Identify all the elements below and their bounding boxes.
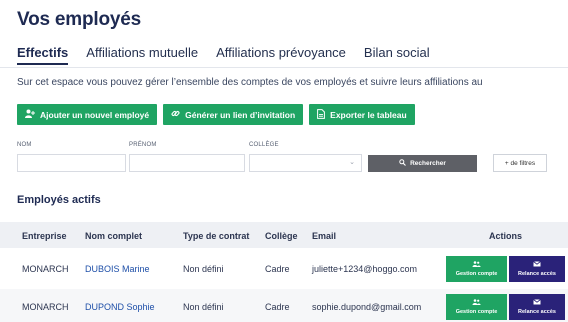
cell-entreprise: MONARCH — [22, 264, 69, 274]
prenom-filter-input[interactable] — [129, 154, 245, 172]
cell-nom-complet[interactable]: DUBOIS Marine — [85, 264, 150, 274]
tab-effectifs[interactable]: Effectifs — [17, 45, 69, 65]
column-header-actions: Actions — [489, 231, 523, 241]
column-header-entreprise: Entreprise — [22, 231, 67, 241]
search-button[interactable]: Rechercher — [368, 155, 477, 172]
search-button-label: Rechercher — [410, 160, 446, 167]
table-row: MONARCH DUPOND Sophie Non défini Cadre s… — [0, 289, 568, 322]
college-select[interactable]: ⌄ — [249, 154, 362, 172]
prenom-filter-label: PRÉNOM — [129, 142, 157, 148]
link-icon — [171, 109, 180, 120]
intro-text: Sur cet espace vous pouvez gérer l’ensem… — [17, 77, 483, 88]
column-header-email: Email — [312, 231, 337, 241]
cell-college: Cadre — [265, 264, 290, 274]
user-plus-icon — [25, 109, 35, 120]
cell-college: Cadre — [265, 302, 290, 312]
manage-account-label: Gestion compte — [455, 271, 498, 277]
document-icon — [317, 108, 326, 121]
cell-type-contrat: Non défini — [183, 264, 224, 274]
cell-email: juliette+1234@hoggo.com — [312, 264, 417, 274]
add-employee-button[interactable]: Ajouter un nouvel employé — [17, 104, 158, 125]
users-icon — [472, 261, 481, 269]
column-header-type-contrat: Type de contrat — [183, 231, 250, 241]
manage-account-button[interactable]: Gestion compte — [446, 256, 507, 282]
cell-nom-complet[interactable]: DUPOND Sophie — [85, 302, 155, 312]
cell-email: sophie.dupond@gmail.com — [312, 302, 422, 312]
access-reminder-button[interactable]: Relance accès — [509, 256, 565, 282]
nom-filter-label: NOM — [17, 142, 32, 148]
more-filters-button[interactable]: + de filtres — [493, 154, 547, 172]
page-title: Vos employés — [17, 9, 141, 30]
export-table-button[interactable]: Exporter le tableau — [309, 104, 415, 125]
access-reminder-button[interactable]: Relance accès — [509, 294, 565, 320]
table-header: Entreprise Nom complet Type de contrat C… — [0, 222, 568, 248]
tab-bar: Effectifs Affiliations mutuelle Affiliat… — [17, 45, 448, 65]
manage-account-label: Gestion compte — [455, 309, 498, 315]
envelope-icon — [533, 299, 541, 307]
export-table-label: Exporter le tableau — [330, 109, 407, 120]
college-filter-label: COLLÈGE — [249, 142, 279, 148]
column-header-nom-complet: Nom complet — [85, 231, 143, 241]
cell-entreprise: MONARCH — [22, 302, 69, 312]
chevron-down-icon: ⌄ — [349, 159, 355, 166]
search-icon — [399, 159, 406, 168]
nom-filter-input[interactable] — [17, 154, 126, 172]
envelope-icon — [533, 261, 541, 269]
invite-link-button[interactable]: Générer un lien d’invitation — [163, 104, 304, 125]
column-header-college: Collège — [265, 231, 298, 241]
table-row: MONARCH DUBOIS Marine Non défini Cadre j… — [0, 251, 568, 287]
tab-affiliations-prevoyance[interactable]: Affiliations prévoyance — [216, 45, 346, 65]
add-employee-label: Ajouter un nouvel employé — [40, 109, 150, 120]
invite-link-label: Générer un lien d’invitation — [185, 109, 296, 120]
access-reminder-label: Relance accès — [518, 271, 556, 277]
action-buttons: Ajouter un nouvel employé Générer un lie… — [17, 104, 415, 125]
access-reminder-label: Relance accès — [518, 309, 556, 315]
tab-bilan-social[interactable]: Bilan social — [364, 45, 430, 65]
tab-affiliations-mutuelle[interactable]: Affiliations mutuelle — [86, 45, 198, 65]
cell-type-contrat: Non défini — [183, 302, 224, 312]
active-employees-title: Employés actifs — [17, 194, 101, 206]
tabs-divider — [0, 67, 568, 68]
manage-account-button[interactable]: Gestion compte — [446, 294, 507, 320]
users-icon — [472, 299, 481, 307]
